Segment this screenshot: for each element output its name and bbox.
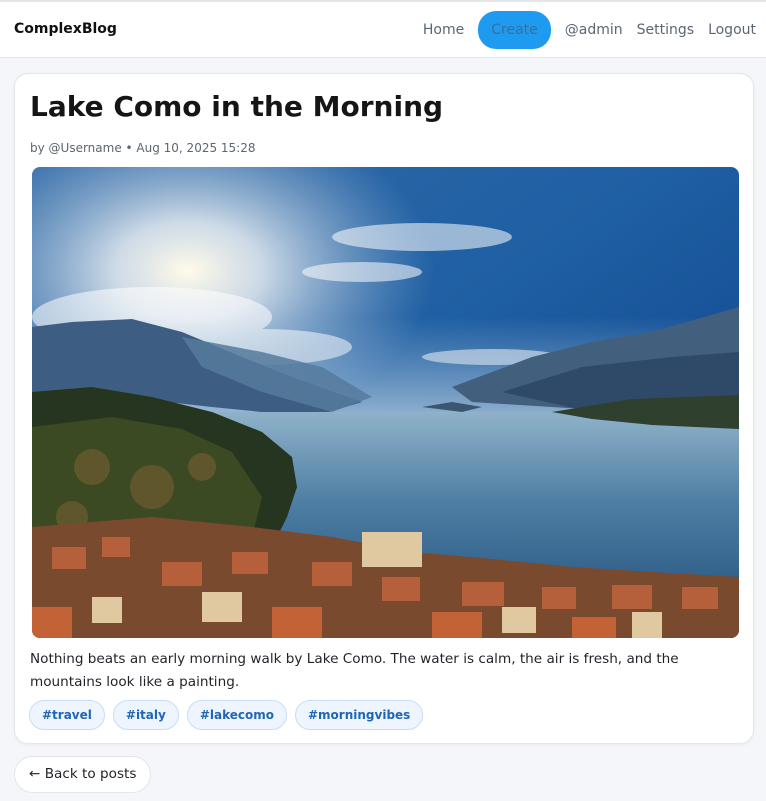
post-card: Lake Como in the Morning by @Username • … <box>14 73 754 744</box>
nav-logout-link[interactable]: Logout <box>708 12 756 48</box>
post-body: Nothing beats an early morning walk by L… <box>30 651 679 690</box>
create-button[interactable]: Create <box>478 11 551 49</box>
nav-settings-link[interactable]: Settings <box>637 12 694 48</box>
post-image <box>32 167 739 638</box>
main-nav: Home Create @admin Settings Logout <box>409 11 756 49</box>
lake-landscape-image <box>32 167 739 638</box>
nav-user-link[interactable]: @admin <box>565 12 623 48</box>
tag-pill[interactable]: #lakecomo <box>186 700 287 730</box>
post-meta: by @Username • Aug 10, 2025 15:28 <box>30 141 256 155</box>
nav-home-link[interactable]: Home <box>423 12 464 48</box>
back-to-posts-button[interactable]: ← Back to posts <box>14 756 152 793</box>
tag-pill[interactable]: #morningvibes <box>295 700 424 730</box>
tag-pill[interactable]: #italy <box>112 700 179 730</box>
post-title: Lake Como in the Morning <box>30 90 444 123</box>
brand-logo[interactable]: ComplexBlog <box>14 21 117 37</box>
tag-list: #travel #italy #lakecomo #morningvibes <box>29 700 431 730</box>
tag-pill[interactable]: #travel <box>29 700 105 730</box>
top-navbar: ComplexBlog Home Create @admin Settings … <box>0 0 766 58</box>
